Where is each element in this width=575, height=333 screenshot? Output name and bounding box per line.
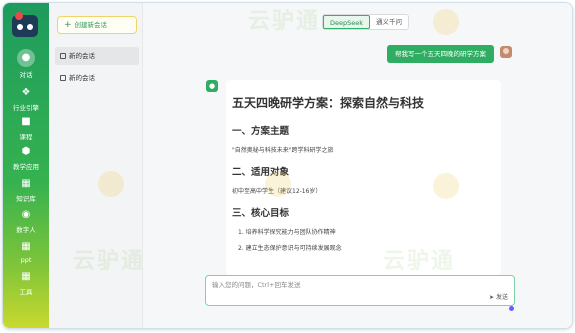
app-logo[interactable] xyxy=(12,12,38,37)
user-message: 帮我写一个五天四晚的研学方案 xyxy=(387,45,494,63)
digital-human-icon: ◉ xyxy=(21,209,31,220)
conversation-item[interactable]: 新的会话 xyxy=(55,69,139,87)
tools-icon: ▦ xyxy=(21,271,31,282)
user-avatar xyxy=(500,46,512,58)
rail-item-digital-human[interactable]: ◉ 数字人 xyxy=(3,208,49,234)
list-item: 1. 培养科学探究能力与团队协作精神 xyxy=(238,229,336,236)
section-heading: 一、方案主题 xyxy=(232,126,290,137)
answer-title: 五天四晚研学方案：探索自然与科技 xyxy=(232,96,425,110)
message-input[interactable] xyxy=(212,281,462,289)
left-rail: ● 对话 ❖ 行业引擎 ■ 课程 ⬢ 教学应用 ▦ 知识库 ◉ 数字人 ▦ pp… xyxy=(3,3,49,328)
list-item: 2. 建立生态保护意识与可持续发展观念 xyxy=(238,245,342,252)
tab-tongyi[interactable]: 通义千问 xyxy=(370,15,408,29)
rail-item-engine[interactable]: ❖ 行业引擎 xyxy=(3,86,49,112)
knowledge-icon: ▦ xyxy=(21,178,31,189)
rail-item-knowledge[interactable]: ▦ 知识库 xyxy=(3,177,49,203)
assistant-answer: 五天四晚研学方案：探索自然与科技 一、方案主题 "自然奥秘与科技未来"跨学科研学… xyxy=(226,80,501,275)
rail-item-course[interactable]: ■ 课程 xyxy=(3,115,49,141)
app-icon: ⬢ xyxy=(21,146,31,157)
rail-item-apps[interactable]: ⬢ 教学应用 xyxy=(3,145,49,171)
course-icon: ■ xyxy=(21,116,31,127)
ppt-icon: ▦ xyxy=(21,241,31,252)
chat-main: DeepSeek 通义千问 帮我写一个五天四晚的研学方案 ● 五天四晚研学方案：… xyxy=(143,3,572,328)
conversation-icon xyxy=(60,75,66,81)
app-window: ● 对话 ❖ 行业引擎 ■ 课程 ⬢ 教学应用 ▦ 知识库 ◉ 数字人 ▦ pp… xyxy=(2,2,573,329)
rail-item-tools[interactable]: ▦ 工具 xyxy=(3,270,49,296)
new-chat-button[interactable]: + 创建新会话 xyxy=(57,16,137,34)
section-text: 初中至高中学生（建议12-16岁） xyxy=(232,188,322,195)
chat-icon: ● xyxy=(17,49,35,67)
plus-icon: + xyxy=(64,20,72,30)
tab-deepseek[interactable]: DeepSeek xyxy=(323,15,371,29)
section-heading: 三、核心目标 xyxy=(232,208,290,219)
conversation-sidebar: + 创建新会话 新的会话 新的会话 xyxy=(49,3,143,328)
rail-item-chat[interactable]: ● 对话 xyxy=(3,49,49,79)
bot-avatar-icon: ● xyxy=(206,80,218,92)
message-input-box: ➤ 发送 xyxy=(205,275,515,306)
send-button[interactable]: ➤ 发送 xyxy=(489,292,508,301)
engine-icon: ❖ xyxy=(21,87,31,98)
status-dot xyxy=(509,306,514,311)
conversation-icon xyxy=(60,53,66,59)
send-icon: ➤ xyxy=(489,294,495,301)
model-selector: DeepSeek 通义千问 xyxy=(322,14,410,30)
conversation-item[interactable]: 新的会话 xyxy=(55,47,139,65)
rail-item-ppt[interactable]: ▦ ppt xyxy=(3,240,49,264)
section-text: "自然奥秘与科技未来"跨学科研学之旅 xyxy=(232,147,334,154)
section-heading: 二、适用对象 xyxy=(232,167,290,178)
